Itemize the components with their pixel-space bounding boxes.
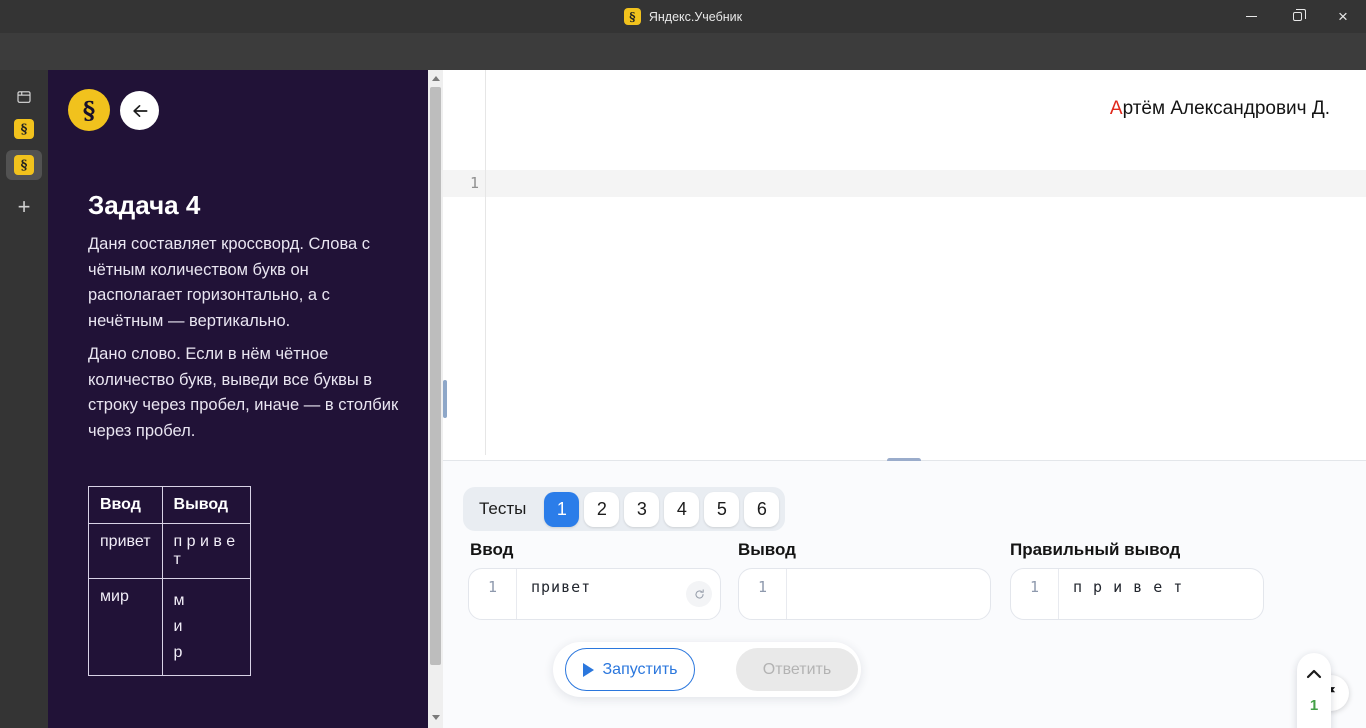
actions-container: Запустить Ответить [553,642,861,697]
answer-button[interactable]: Ответить [736,648,858,691]
tests-label: Тесты [479,499,527,518]
nav-up-button[interactable] [1306,659,1322,689]
vertical-tab-strip: § § + [0,70,48,728]
task-title: Задача 4 [88,190,201,220]
run-button[interactable]: Запустить [565,648,695,691]
input-line-number: 1 [469,569,517,619]
input-panel-label: Ввод [470,540,514,559]
task-description-paragraph: Даня составляет кроссворд. Слова с чётны… [88,235,371,330]
browser-tab-1[interactable]: § [0,116,48,142]
close-icon: × [1338,7,1348,26]
restore-icon [1292,9,1306,21]
editor-line-number: 1 [469,174,479,192]
cell-output: п р и в е т [161,523,251,579]
chevron-up-icon [1306,669,1322,679]
table-row: мир м и р [88,578,251,676]
close-button[interactable]: × [1320,0,1366,33]
play-icon [582,662,594,677]
yandex-tab-icon: § [14,155,34,175]
back-to-course-button[interactable] [120,91,159,130]
test-tab-6[interactable]: 6 [744,491,780,527]
titlebar: § Яндекс.Учебник × [0,0,1366,33]
sidebar-scrollbar[interactable] [428,70,443,728]
test-tab-1[interactable]: 1 [544,491,580,527]
column-header-input: Ввод [88,486,163,524]
expected-line-number: 1 [1011,569,1059,619]
new-tab-button[interactable]: + [0,194,48,220]
input-value[interactable]: привет [517,569,686,619]
cell-output: м и р [161,578,251,676]
nav-item-2[interactable]: 2 [1299,721,1329,728]
panel-resize-handle[interactable] [443,380,447,418]
test-tab-2[interactable]: 2 [584,491,620,527]
output-panel-label: Вывод [738,540,796,559]
tab-title: Яндекс.Учебник [648,9,743,24]
main-content: 1 Артём Александрович Д. Тесты 1 2 3 4 5… [443,70,1366,728]
scroll-up-icon[interactable] [432,76,440,81]
tests-section: Тесты 1 2 3 4 5 6 Ввод 1 привет Вывод 1 [443,461,1366,728]
tab-actions-icon [17,91,31,103]
task-description-paragraph: Дано слово. Если в нём чётное количество… [88,345,399,440]
yandex-uchebnik-favicon-icon: § [623,8,641,25]
student-name: Артём Александрович Д. [1109,98,1330,119]
cell-input: привет [88,523,163,579]
column-header-output: Вывод [161,486,251,524]
task-panel: § Задача 4 Даня составляет кроссворд. Сл… [48,70,428,728]
expected-value: п р и в е т [1073,578,1184,596]
cell-input: мир [88,578,163,676]
test-tab-3[interactable]: 3 [624,491,660,527]
browser-tab[interactable]: § Яндекс.Учебник [0,0,1366,33]
input-panel: 1 привет [468,568,721,620]
tests-tab-bar: Тесты 1 2 3 4 5 6 [463,487,785,531]
output-panel: 1 [738,568,991,620]
tab-actions-button[interactable] [0,83,48,111]
table-header-row: Ввод Вывод [88,486,251,524]
expected-panel: 1 п р и в е т [1010,568,1264,620]
browser-tab-2-active[interactable]: § [0,150,48,180]
restore-button[interactable] [1274,0,1320,33]
expected-panel-label: Правильный вывод [1010,540,1181,559]
examples-table: Ввод Вывод привет п р и в е т мир м и р [88,486,251,676]
minimize-icon [1245,16,1257,17]
output-value [787,569,990,619]
arrow-left-icon [132,104,147,117]
table-row: привет п р и в е т [88,523,251,579]
plus-icon: + [17,194,31,219]
uchebnik-logo-icon: § [68,89,110,131]
yandex-tab-icon: § [14,119,34,139]
scroll-down-icon[interactable] [432,715,440,720]
output-line-number: 1 [739,569,787,619]
code-editor[interactable] [486,70,1366,455]
scrollbar-thumb[interactable] [430,87,441,665]
browser-window: § Яндекс.Учебник × https://education.yan… [0,0,1366,728]
test-navigator: 1 2 3 4 5 6 [1297,653,1331,728]
nav-item-1[interactable]: 1 [1299,689,1329,721]
minimize-button[interactable] [1228,0,1274,33]
test-tab-4[interactable]: 4 [664,491,700,527]
browser-toolbar: https://education.yandex.ru/classroom/co… [0,33,1366,98]
test-tab-5[interactable]: 5 [704,491,740,527]
reset-icon [694,588,704,599]
reset-input-button[interactable] [686,581,712,607]
